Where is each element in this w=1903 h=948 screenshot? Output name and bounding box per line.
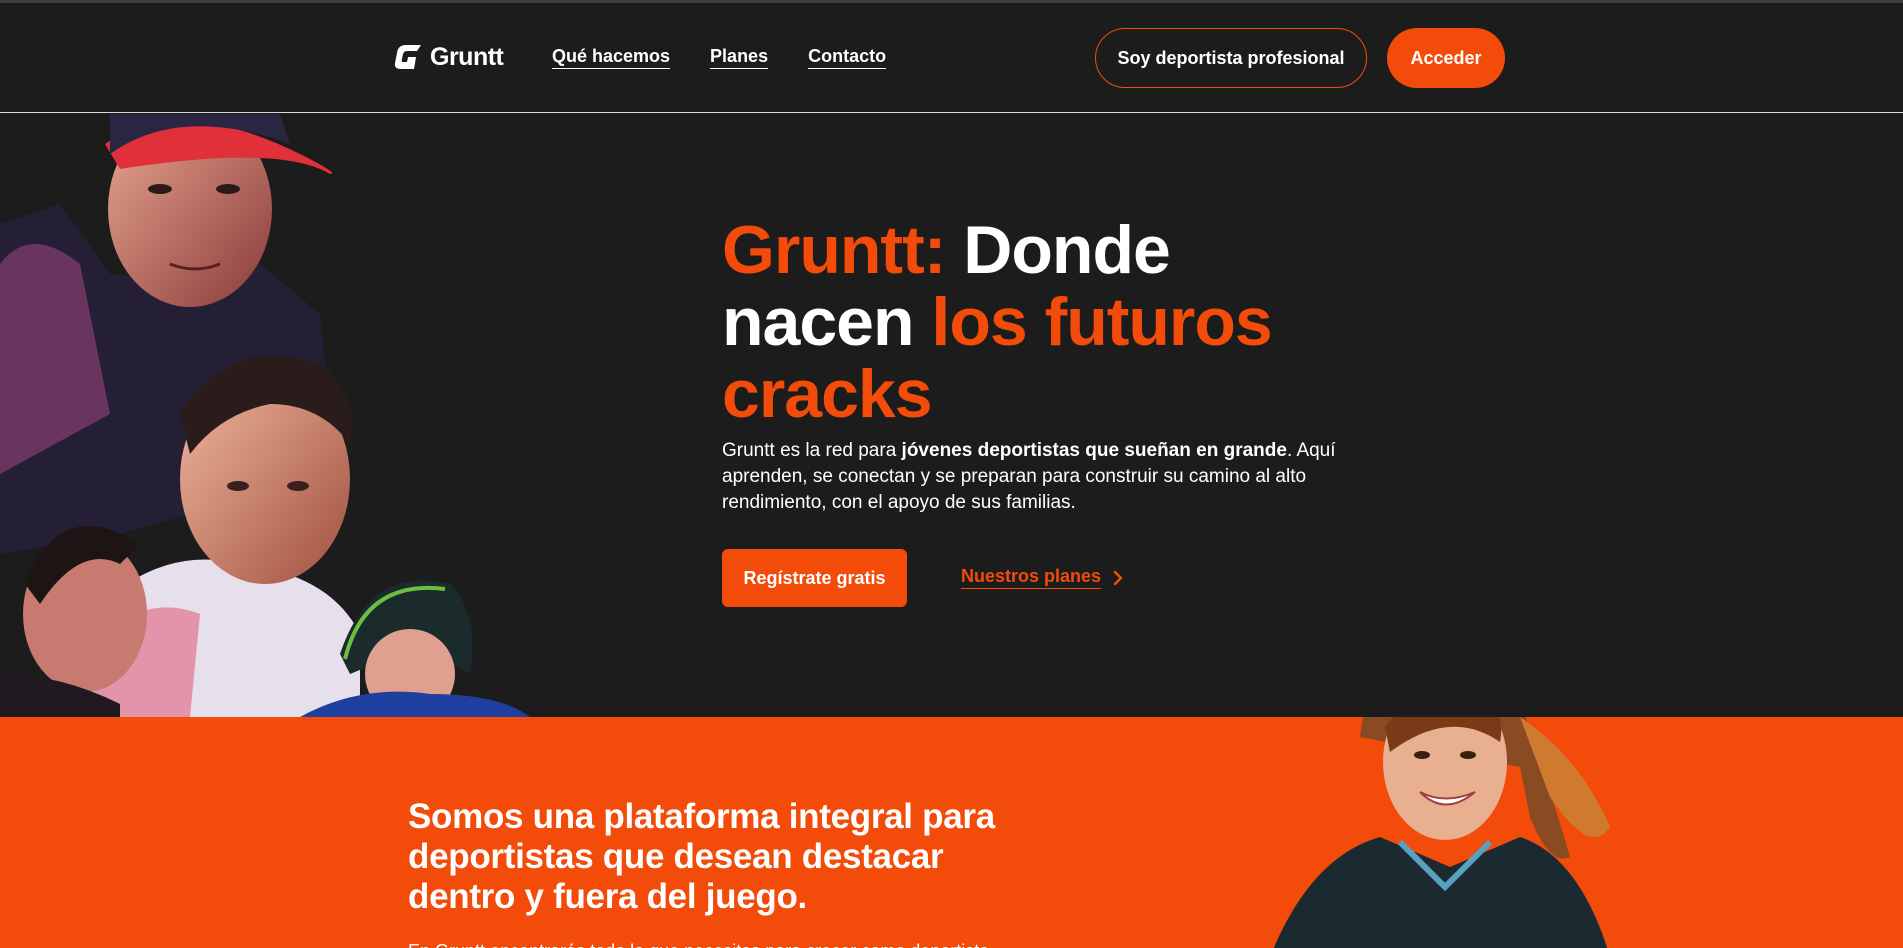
pro-athlete-button[interactable]: Soy deportista profesional (1095, 28, 1367, 88)
login-button[interactable]: Acceder (1387, 28, 1505, 88)
site-header: Gruntt Qué hacemos Planes Contacto Soy d… (0, 3, 1903, 113)
chevron-right-icon (1113, 570, 1123, 585)
about-section: Somos una plataforma integral para depor… (0, 717, 1903, 948)
register-button[interactable]: Regístrate gratis (722, 549, 907, 607)
hero-description-start: Gruntt es la red para (722, 440, 902, 461)
hero-title: Gruntt: Donde nacen los futuros cracks (722, 214, 1362, 430)
main-nav: Qué hacemos Planes Contacto (552, 46, 887, 69)
plans-link-label: Nuestros planes (961, 566, 1102, 589)
plans-link[interactable]: Nuestros planes (961, 566, 1125, 589)
logo-text: Gruntt (430, 42, 504, 71)
smiling-athlete-image (1273, 717, 1610, 948)
about-title: Somos una plataforma integral para depor… (408, 797, 995, 916)
site-logo[interactable]: Gruntt (394, 41, 504, 73)
about-text: En Gruntt encontrarás todo lo que necesi… (408, 939, 1008, 948)
athletes-collage-image (0, 114, 530, 717)
hero-section: Gruntt: Donde nacen los futuros cracks G… (0, 114, 1903, 717)
nav-link-contacto[interactable]: Contacto (808, 46, 887, 69)
hero-title-brand: Gruntt: (722, 212, 946, 288)
hero-description-bold: jóvenes deportistas que sueñan en grande (901, 440, 1287, 461)
nav-link-planes[interactable]: Planes (710, 46, 769, 69)
nav-link-que-hacemos[interactable]: Qué hacemos (552, 46, 671, 69)
hero-description: Gruntt es la red para jóvenes deportista… (722, 438, 1342, 516)
gruntt-g-logo-icon (394, 45, 421, 69)
